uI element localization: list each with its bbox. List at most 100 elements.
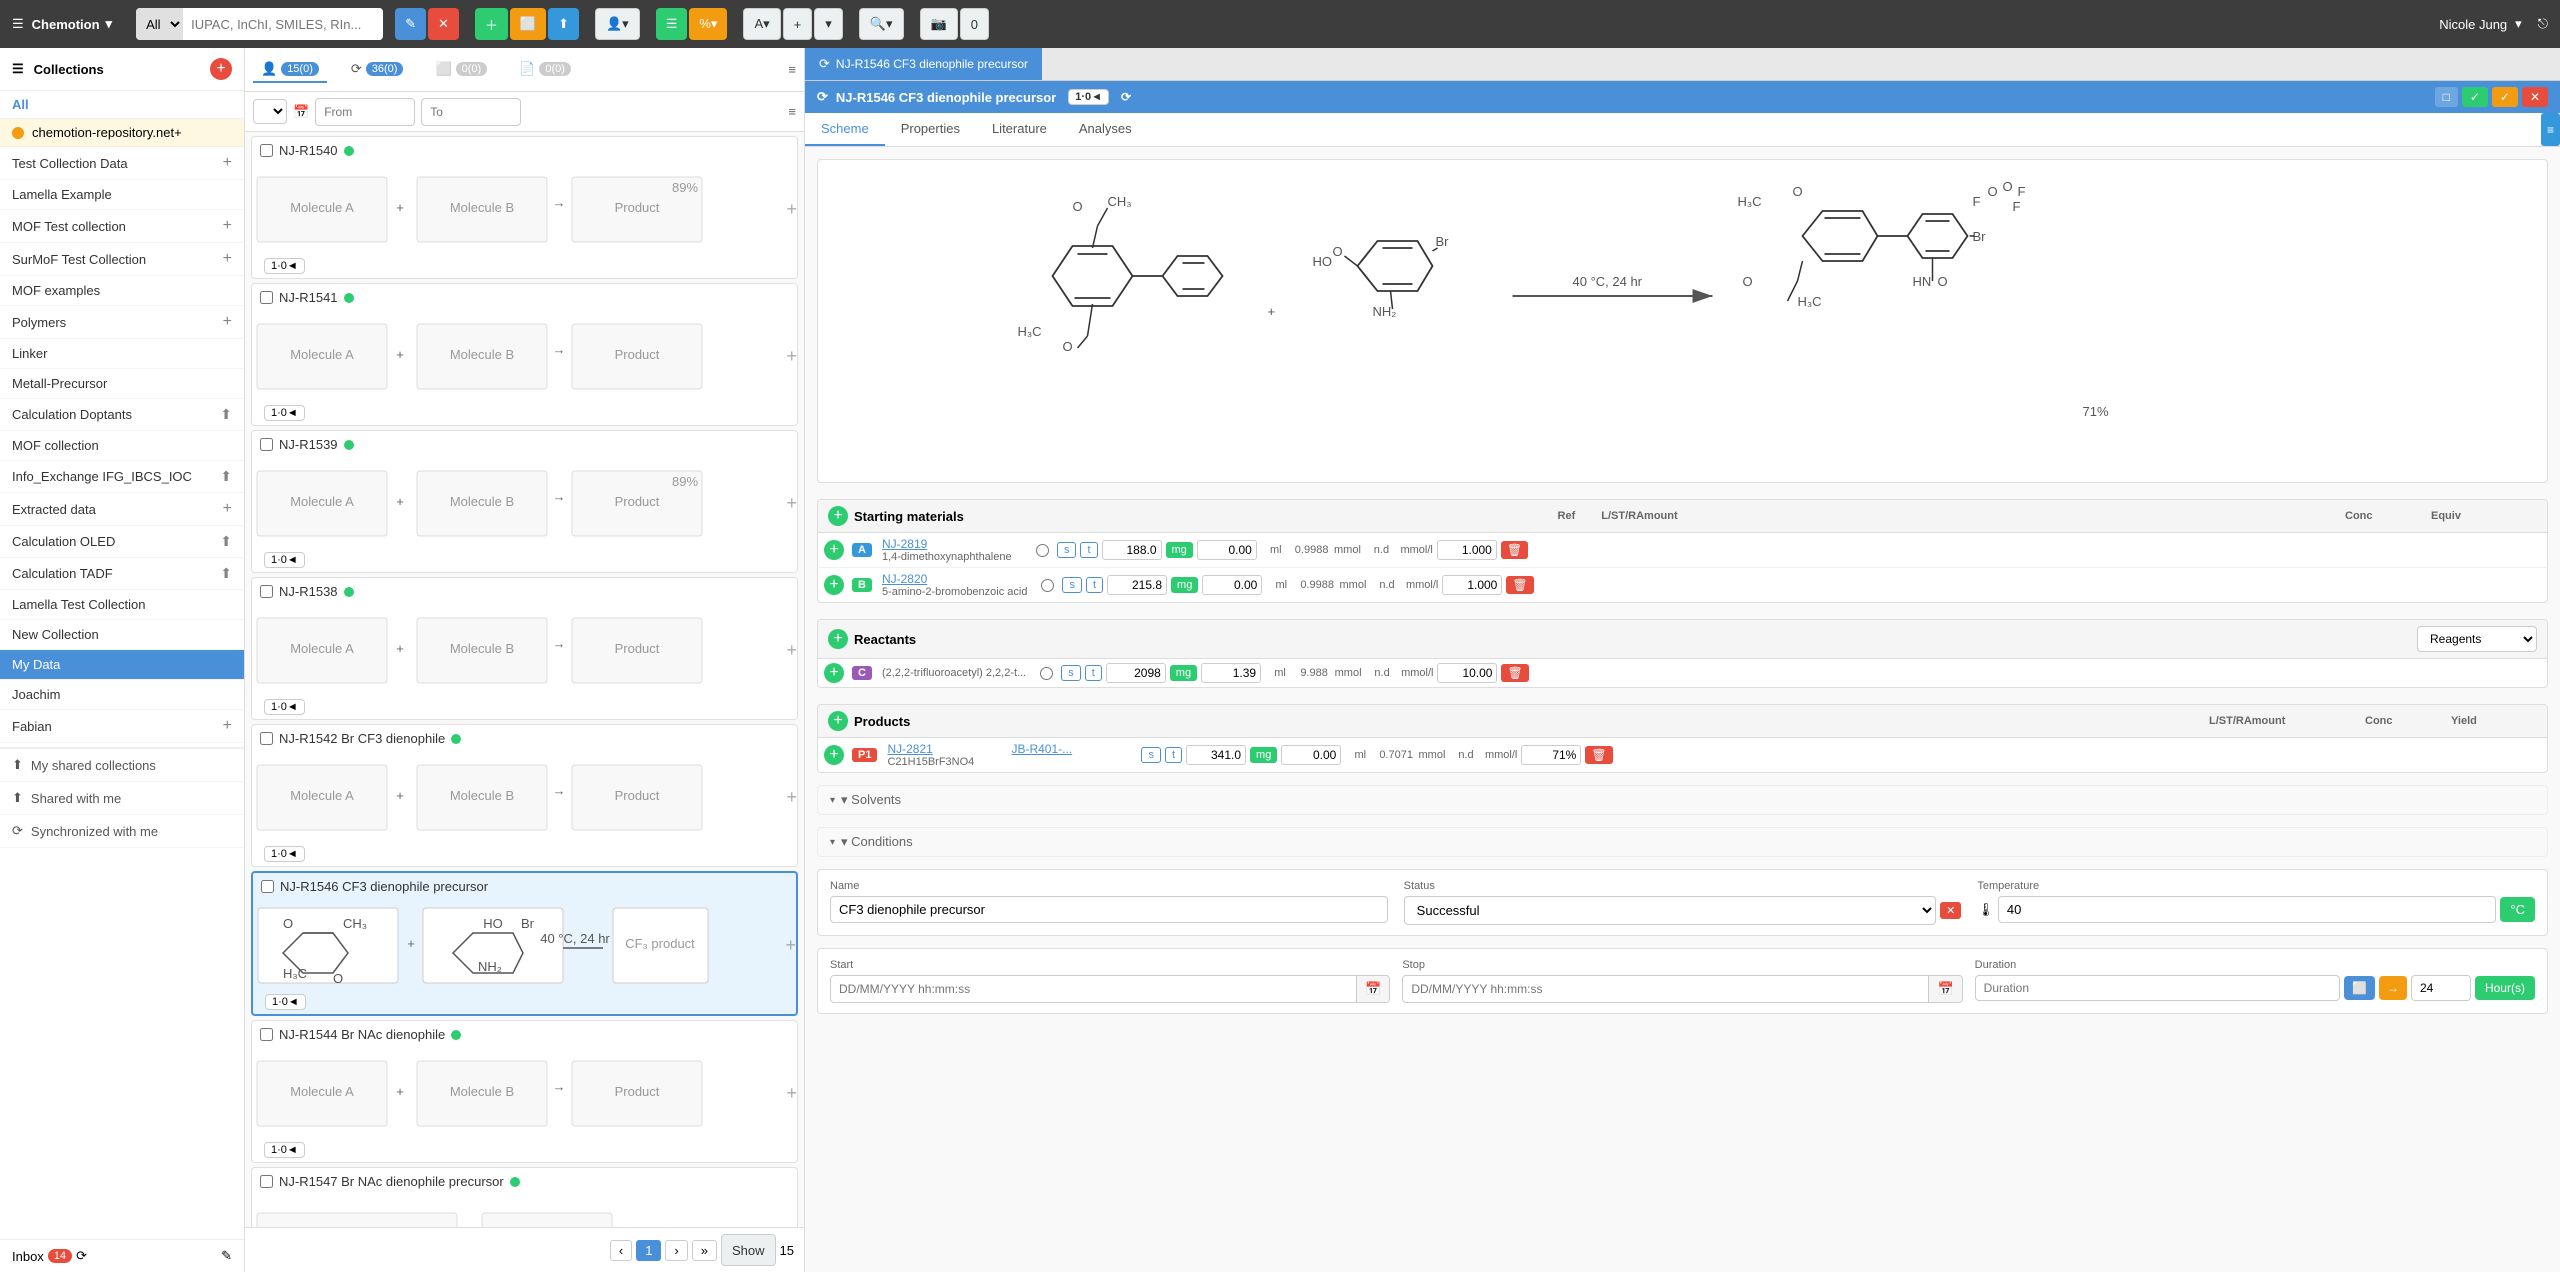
material-c-equiv[interactable] <box>1437 663 1497 683</box>
material-b-amount[interactable] <box>1107 575 1167 595</box>
sidebar-item-lamella[interactable]: Lamella Example <box>0 180 244 210</box>
sidebar-item-metall[interactable]: Metall-Precursor <box>0 369 244 399</box>
create-yellow-btn[interactable]: ⬜ <box>510 8 546 40</box>
start-calendar-btn[interactable]: 📅 <box>1356 976 1389 1002</box>
solvents-row[interactable]: ▾ ▾ Solvents <box>817 785 2548 815</box>
r1542-add-btn[interactable]: + <box>786 787 797 808</box>
material-b-equiv[interactable] <box>1442 575 1502 595</box>
sidebar-item-my-data[interactable]: My Data <box>0 650 244 680</box>
sidebar-item-calc-dopt[interactable]: Calculation Doptants ⬆ <box>0 399 244 431</box>
repo-add-icon[interactable]: + <box>174 125 182 140</box>
sidebar-item-extracted[interactable]: Extracted data + <box>0 493 244 526</box>
search-btn[interactable]: ✎ <box>395 8 426 40</box>
material-b-s-btn[interactable]: s <box>1062 577 1082 593</box>
reaction-item-r1542[interactable]: NJ-R1542 Br CF3 dienophile Molecule A + … <box>251 724 798 867</box>
product-p1-del-btn[interactable]: 🗑 <box>1585 746 1612 764</box>
product-p1-t-btn[interactable]: t <box>1165 747 1182 763</box>
r1544-add-btn[interactable]: + <box>786 1083 797 1104</box>
sidebar-item-mof-col[interactable]: MOF collection <box>0 431 244 461</box>
sidebar-item-chemotion-repo[interactable]: chemotion-repository.net + <box>0 119 244 147</box>
duration-copy-btn[interactable]: ⬜ <box>2344 976 2375 1000</box>
show-btn[interactable]: Show <box>721 1234 776 1266</box>
info-ex-share-icon[interactable]: ⬆ <box>220 468 232 485</box>
duration-unit-btn[interactable]: Hour(s) <box>2475 976 2535 1000</box>
action-plus-btn[interactable]: + <box>783 8 813 40</box>
panel-settings-icon[interactable]: ≡ <box>788 62 796 77</box>
add-collection-btn[interactable]: + <box>210 58 232 80</box>
camera-btn[interactable]: 📷 <box>920 8 958 40</box>
reaction-item-r1547[interactable]: NJ-R1547 Br NAc dienophile precursor Mol… <box>251 1167 798 1227</box>
reaction-item-r1541[interactable]: NJ-R1541 Molecule A + Molecule B → Produ… <box>251 283 798 426</box>
inner-tab-analyses[interactable]: Analyses <box>1063 113 1148 146</box>
temperature-unit-btn[interactable]: °C <box>2500 897 2535 922</box>
create-green-btn[interactable]: ＋ <box>475 8 508 40</box>
sidebar-item-mof-test[interactable]: MOF Test collection + <box>0 210 244 243</box>
product-p1-s-btn[interactable]: s <box>1141 747 1161 763</box>
material-a-amount[interactable] <box>1102 540 1162 560</box>
add-starting-material-btn[interactable]: + <box>828 506 848 526</box>
tab-reactions[interactable]: ⟳ 36(0) <box>343 57 412 83</box>
filter-settings-icon[interactable]: ≡ <box>788 104 796 119</box>
r1541-checkbox[interactable] <box>260 291 273 304</box>
action-b-btn[interactable]: ▾ <box>814 8 843 40</box>
start-date-input[interactable] <box>831 977 1356 1001</box>
add-row-b-btn[interactable]: + <box>824 575 844 595</box>
sidebar-item-calc-tadf[interactable]: Calculation TADF ⬆ <box>0 558 244 590</box>
product-p1-conc[interactable] <box>1281 745 1341 765</box>
r1538-checkbox[interactable] <box>260 585 273 598</box>
date-to-input[interactable] <box>421 98 521 126</box>
user-btn[interactable]: 👤▾ <box>595 8 640 40</box>
logout-icon[interactable]: ⎋ <box>2538 16 2548 32</box>
temperature-input[interactable] <box>1998 896 2497 923</box>
tab-wellplates[interactable]: ⬜ 0(0) <box>427 57 495 83</box>
test-collection-add-icon[interactable]: + <box>223 154 232 172</box>
stop-calendar-btn[interactable]: 📅 <box>1928 976 1961 1002</box>
material-a-t-btn[interactable]: t <box>1080 542 1097 558</box>
r1547-checkbox[interactable] <box>260 1175 273 1188</box>
material-b-conc[interactable] <box>1202 575 1262 595</box>
inner-tab-scheme[interactable]: Scheme <box>805 113 885 146</box>
sidebar-item-all[interactable]: All <box>0 91 244 119</box>
add-row-a-btn[interactable]: + <box>824 540 844 560</box>
view-btn[interactable]: 🔍▾ <box>859 8 904 40</box>
material-c-amount[interactable] <box>1106 663 1166 683</box>
duration-input[interactable] <box>1975 975 2340 1001</box>
share-btn[interactable]: ⬆ <box>548 8 579 40</box>
polymers-add-icon[interactable]: + <box>223 313 232 331</box>
inbox-edit-icon[interactable]: ✎ <box>221 1248 232 1264</box>
r1546-add-btn[interactable]: + <box>785 935 796 956</box>
material-c-s-btn[interactable]: s <box>1061 665 1081 681</box>
reaction-item-r1538[interactable]: NJ-R1538 Molecule A + Molecule B → Produ… <box>251 577 798 720</box>
r1540-add-btn[interactable]: + <box>786 199 797 220</box>
r1540-checkbox[interactable] <box>260 144 273 157</box>
clear-search-btn[interactable]: ✕ <box>428 8 459 40</box>
sidebar-item-my-shared[interactable]: ⬆ My shared collections <box>0 749 244 782</box>
action-a-btn[interactable]: A▾ <box>743 8 780 40</box>
calc-oled-share-icon[interactable]: ⬆ <box>220 533 232 550</box>
material-a-del-btn[interactable]: 🗑 <box>1501 541 1528 559</box>
menu-icon[interactable]: ☰ <box>12 16 24 32</box>
r1546-checkbox[interactable] <box>261 880 274 893</box>
date-from-input[interactable] <box>315 98 415 126</box>
format-green-btn[interactable]: ☰ <box>656 8 688 40</box>
sidebar-item-surmo[interactable]: SurMoF Test Collection + <box>0 243 244 276</box>
save-btn[interactable]: ✓ <box>2462 87 2488 107</box>
sidebar-item-polymers[interactable]: Polymers + <box>0 306 244 339</box>
material-c-t-btn[interactable]: t <box>1085 665 1102 681</box>
page-prev-btn[interactable]: ‹ <box>610 1240 632 1261</box>
sidebar-item-info-ex[interactable]: Info_Exchange IFG_IBCS_IOC ⬆ <box>0 461 244 493</box>
page-1-btn[interactable]: 1 <box>636 1240 661 1261</box>
sidebar-item-new-col[interactable]: New Collection <box>0 620 244 650</box>
user-name[interactable]: Nicole Jung <box>2439 17 2507 32</box>
add-row-p1-btn[interactable]: + <box>824 745 844 765</box>
material-c-conc[interactable] <box>1201 663 1261 683</box>
r1539-checkbox[interactable] <box>260 438 273 451</box>
sidebar-item-shared-with-me[interactable]: ⬆ Shared with me <box>0 782 244 815</box>
stop-date-input[interactable] <box>1403 977 1928 1001</box>
material-b-t-btn[interactable]: t <box>1086 577 1103 593</box>
material-a-s-btn[interactable]: s <box>1057 542 1077 558</box>
sidebar-item-joachim[interactable]: Joachim <box>0 680 244 710</box>
r1538-add-btn[interactable]: + <box>786 640 797 661</box>
material-c-del-btn[interactable]: 🗑 <box>1501 664 1528 682</box>
tab-screens[interactable]: 📄 0(0) <box>511 57 579 83</box>
